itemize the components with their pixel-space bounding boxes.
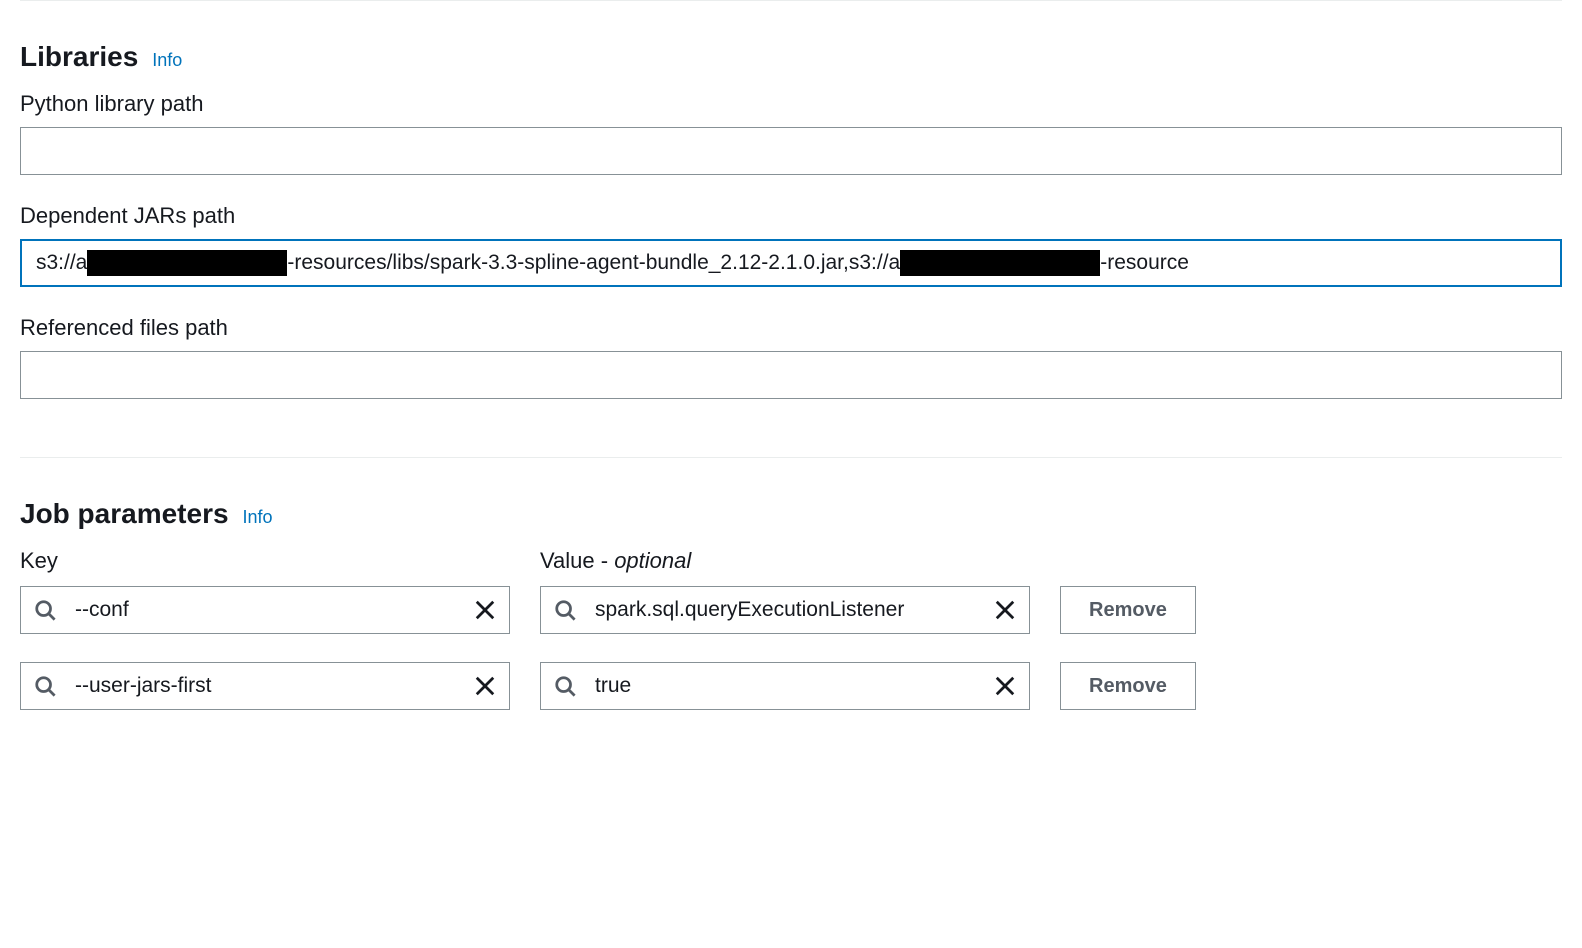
libraries-title: Libraries	[20, 41, 138, 73]
redacted-block	[900, 250, 1100, 276]
jars-path-middle: -resources/libs/spark-3.3-spline-agent-b…	[287, 251, 900, 275]
remove-button[interactable]: Remove	[1060, 662, 1196, 710]
jars-path-input[interactable]: s3://a -resources/libs/spark-3.3-spline-a…	[20, 239, 1562, 287]
jars-path-suffix: -resource	[1100, 251, 1189, 275]
job-parameters-info-link[interactable]: Info	[243, 507, 273, 528]
key-input-wrap	[20, 586, 510, 634]
param-value-input[interactable]	[540, 586, 1030, 634]
param-value-input[interactable]	[540, 662, 1030, 710]
jars-path-field: Dependent JARs path s3://a -resources/lib…	[20, 203, 1562, 287]
python-path-label: Python library path	[20, 91, 1562, 117]
search-icon	[554, 675, 576, 697]
referenced-path-field: Referenced files path	[20, 315, 1562, 399]
param-key-input[interactable]	[20, 586, 510, 634]
value-column-header: Value - optional	[540, 548, 1030, 574]
search-icon	[554, 599, 576, 621]
param-row: Remove	[20, 662, 1562, 710]
value-input-wrap	[540, 662, 1030, 710]
close-icon[interactable]	[994, 599, 1016, 621]
param-row: Remove	[20, 586, 1562, 634]
key-column-header: Key	[20, 548, 510, 574]
python-path-field: Python library path	[20, 91, 1562, 175]
libraries-header: Libraries Info	[20, 41, 1562, 73]
libraries-info-link[interactable]: Info	[152, 50, 182, 71]
key-label: Key	[20, 548, 58, 573]
value-input-wrap	[540, 586, 1030, 634]
columns-header: Key Value - optional	[20, 548, 1562, 574]
close-icon[interactable]	[994, 675, 1016, 697]
python-path-input[interactable]	[20, 127, 1562, 175]
libraries-section: Libraries Info Python library path Depen…	[20, 1, 1562, 457]
jars-path-label: Dependent JARs path	[20, 203, 1562, 229]
referenced-path-label: Referenced files path	[20, 315, 1562, 341]
remove-button[interactable]: Remove	[1060, 586, 1196, 634]
job-parameters-header: Job parameters Info	[20, 498, 1562, 530]
close-icon[interactable]	[474, 675, 496, 697]
param-key-input[interactable]	[20, 662, 510, 710]
search-icon	[34, 675, 56, 697]
jars-path-prefix: s3://a	[36, 251, 87, 275]
value-label: Value - optional	[540, 548, 691, 573]
job-parameters-title: Job parameters	[20, 498, 229, 530]
referenced-path-input[interactable]	[20, 351, 1562, 399]
value-optional-text: optional	[614, 548, 691, 573]
redacted-block	[87, 250, 287, 276]
value-label-text: Value -	[540, 548, 614, 573]
job-parameters-section: Job parameters Info Key Value - optional	[20, 458, 1562, 768]
close-icon[interactable]	[474, 599, 496, 621]
key-input-wrap	[20, 662, 510, 710]
search-icon	[34, 599, 56, 621]
